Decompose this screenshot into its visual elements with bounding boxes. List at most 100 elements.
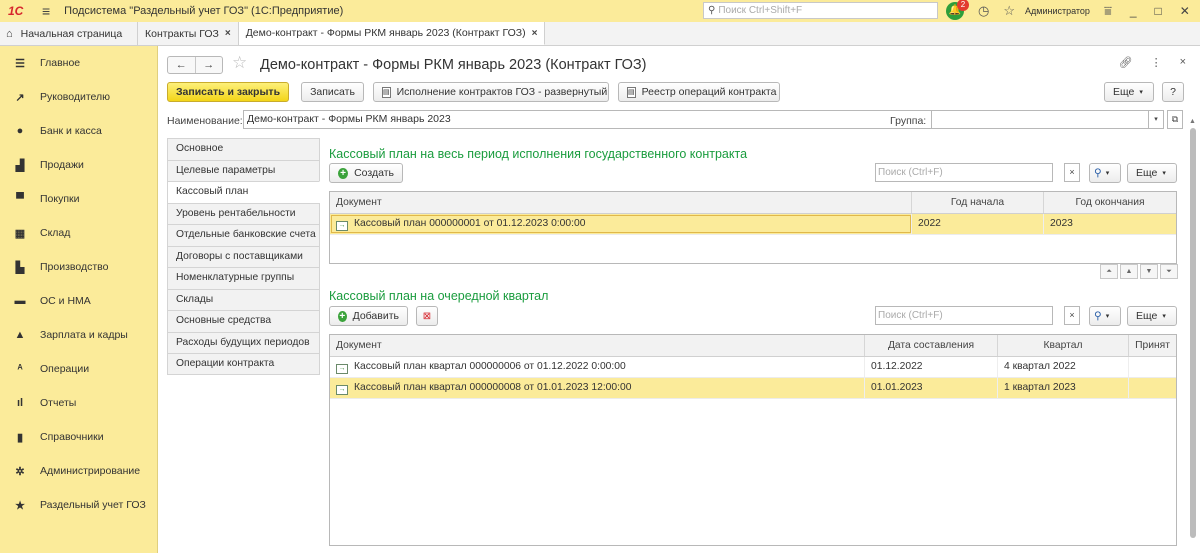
form-page-tab[interactable]: Основное <box>167 138 320 160</box>
add-button[interactable]: + Добавить <box>329 306 408 326</box>
delete-button[interactable]: ⊠ <box>416 306 438 326</box>
sidebar-item-8[interactable]: ▲ Зарплата и кадры <box>0 318 157 352</box>
scroll-top-icon[interactable]: ⏶ <box>1100 264 1118 279</box>
quarter-cell[interactable]: 1 квартал 2023 <box>998 378 1129 398</box>
column-header[interactable]: Год окончания <box>1044 192 1176 213</box>
notifications-bell-icon[interactable]: 🔔 2 <box>946 0 969 20</box>
document-cell[interactable]: → Кассовый план квартал 000000008 от 01.0… <box>330 378 865 398</box>
back-arrow-icon[interactable]: ← <box>168 57 196 73</box>
group-field[interactable] <box>931 110 1157 129</box>
accepted-cell[interactable] <box>1129 378 1176 398</box>
report-execution-button[interactable]: ▤ Исполнение контрактов ГОЗ - развернуты… <box>373 82 609 102</box>
sidebar-item-10[interactable]: ıl Отчеты <box>0 386 157 420</box>
more-actions-icon[interactable]: ⋮ <box>1151 56 1162 69</box>
sidebar-item-3[interactable]: ▟ Продажи <box>0 148 157 182</box>
document-cell[interactable]: → Кассовый план 000000001 от 01.12.2023 0… <box>330 214 912 234</box>
tab-contract-form-label: Демо-контракт - Формы РКМ январь 2023 (К… <box>245 27 526 39</box>
favorites-star-icon[interactable]: ☆ <box>1003 3 1015 19</box>
sidebar-item-0[interactable]: ☰ Главное <box>0 46 157 80</box>
form-page-tab[interactable]: Целевые параметры <box>167 159 320 181</box>
more-button[interactable]: Еще ▾ <box>1127 163 1177 183</box>
minimize-window-button[interactable]: _ <box>1130 4 1137 18</box>
close-tab-icon[interactable]: × <box>225 28 231 39</box>
vertical-scrollbar[interactable] <box>1190 128 1196 538</box>
history-icon[interactable]: ◷ <box>978 3 989 19</box>
sidebar-item-1[interactable]: ↗ Руководителю <box>0 80 157 114</box>
form-page-tab[interactable]: Операции контракта <box>167 353 320 375</box>
form-page-tab[interactable]: Уровень рентабельности <box>167 202 320 224</box>
section-icon: ▟ <box>15 159 25 172</box>
group-dropdown-chevron-icon[interactable]: ▾ <box>1148 110 1164 129</box>
sidebar-item-11[interactable]: ▮ Справочники <box>0 420 157 454</box>
group-open-icon[interactable]: ⧉ <box>1167 110 1183 129</box>
global-search-input[interactable]: ⚲ Поиск Ctrl+Shift+F <box>703 2 938 19</box>
document-cell[interactable]: → Кассовый план квартал 000000006 от 01.1… <box>330 357 865 377</box>
sidebar-item-9[interactable]: ᴬ Операции <box>0 352 157 386</box>
forward-arrow-icon[interactable]: → <box>196 57 223 73</box>
current-user[interactable]: Администратор <box>1025 6 1090 16</box>
date-cell[interactable]: 01.01.2023 <box>865 378 998 398</box>
column-header[interactable]: Принят <box>1129 335 1176 356</box>
column-header[interactable]: Год начала <box>912 192 1044 213</box>
scroll-up-arrow-icon[interactable]: ▲ <box>1189 118 1196 125</box>
table-row[interactable]: → Кассовый план квартал 000000008 от 01.0… <box>330 378 1176 399</box>
maximize-window-button[interactable]: □ <box>1155 4 1162 18</box>
column-header[interactable]: Документ <box>330 335 865 356</box>
report-registry-button[interactable]: ▤ Реестр операций контракта <box>618 82 780 102</box>
search-button[interactable]: ⚲ ▾ <box>1089 163 1121 183</box>
form-page-tab[interactable]: Кассовый план <box>167 181 320 203</box>
form-page-tab[interactable]: Отдельные банковские счета <box>167 224 320 246</box>
clear-search-icon[interactable]: × <box>1064 306 1080 325</box>
favorite-star-icon[interactable]: ☆ <box>232 53 247 73</box>
date-cell[interactable]: 01.12.2022 <box>865 357 998 377</box>
search-input[interactable]: Поиск (Ctrl+F) <box>875 306 1053 325</box>
help-button[interactable]: ? <box>1162 82 1184 102</box>
form-page-tab[interactable]: Расходы будущих периодов <box>167 331 320 353</box>
clear-search-icon[interactable]: × <box>1064 163 1080 182</box>
end-year-cell[interactable]: 2023 <box>1044 214 1176 234</box>
section-icon: ▬ <box>14 295 26 307</box>
cash-plan-quarter-table[interactable]: Документ Дата составления Квартал Принят… <box>329 334 1177 546</box>
close-tab-icon[interactable]: × <box>532 28 538 39</box>
tab-home-label: Начальная страница <box>20 27 123 40</box>
form-page-tab[interactable]: Договоры с поставщиками <box>167 245 320 267</box>
close-form-icon[interactable]: × <box>1180 56 1186 69</box>
column-header[interactable]: Документ <box>330 192 912 213</box>
column-header[interactable]: Дата составления <box>865 335 998 356</box>
sidebar-item-12[interactable]: ✲ Администрирование <box>0 454 157 488</box>
tab-contracts[interactable]: Контракты ГОЗ × <box>138 22 239 45</box>
form-page-tab[interactable]: Склады <box>167 288 320 310</box>
sidebar-item-7[interactable]: ▬ ОС и НМА <box>0 284 157 318</box>
sidebar-item-13[interactable]: ★ Раздельный учет ГОЗ <box>0 488 157 522</box>
scroll-down-icon[interactable]: ▼ <box>1140 264 1158 279</box>
table-row[interactable]: → Кассовый план квартал 000000006 от 01.1… <box>330 357 1176 378</box>
scroll-bottom-icon[interactable]: ⏷ <box>1160 264 1178 279</box>
quarter-cell[interactable]: 4 квартал 2022 <box>998 357 1129 377</box>
more-button[interactable]: Еще ▾ <box>1127 306 1177 326</box>
search-button[interactable]: ⚲ ▾ <box>1089 306 1121 326</box>
accepted-cell[interactable] <box>1129 357 1176 377</box>
tab-contract-form[interactable]: Демо-контракт - Формы РКМ январь 2023 (К… <box>238 22 546 45</box>
form-page-tab[interactable]: Номенклатурные группы <box>167 267 320 289</box>
search-input[interactable]: Поиск (Ctrl+F) <box>875 163 1053 182</box>
sidebar-item-5[interactable]: ▦ Склад <box>0 216 157 250</box>
sidebar-item-4[interactable]: ▀ Покупки <box>0 182 157 216</box>
more-button[interactable]: Еще ▾ <box>1104 82 1154 102</box>
cash-plan-full-table[interactable]: Документ Год начала Год окончания → Кассо… <box>329 191 1177 264</box>
sidebar-item-2[interactable]: ● Банк и касса <box>0 114 157 148</box>
save-and-close-button[interactable]: Записать и закрыть <box>167 82 289 102</box>
close-window-button[interactable]: ✕ <box>1180 4 1190 18</box>
sidebar-item-6[interactable]: ▙ Производство <box>0 250 157 284</box>
table-row[interactable]: → Кассовый план 000000001 от 01.12.2023 0… <box>330 214 1176 235</box>
start-year-cell[interactable]: 2022 <box>912 214 1044 234</box>
settings-menu-icon[interactable]: ⩸ <box>1104 3 1112 19</box>
main-menu-icon[interactable]: ≡ <box>42 3 50 19</box>
scroll-up-icon[interactable]: ▲ <box>1120 264 1138 279</box>
form-page-tab[interactable]: Основные средства <box>167 310 320 332</box>
tab-home[interactable]: ⌂ Начальная страница <box>0 22 138 45</box>
sidebar-item-label: Покупки <box>40 193 80 205</box>
save-button[interactable]: Записать <box>301 82 364 102</box>
column-header[interactable]: Квартал <box>998 335 1129 356</box>
link-icon[interactable]: 🔗︎ <box>1119 56 1133 69</box>
create-button[interactable]: + Создать <box>329 163 403 183</box>
